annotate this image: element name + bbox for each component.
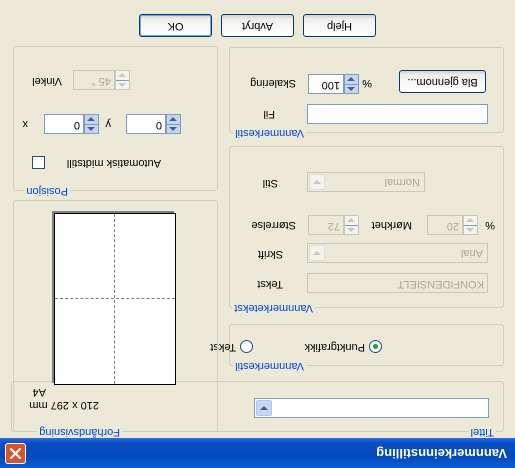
close-icon <box>9 447 22 460</box>
watermark-settings-dialog: Vannmerkeinnstilling Tittel Vannmerkesti… <box>0 0 515 468</box>
style-dropdown-value: Normal <box>384 176 420 188</box>
radio-text[interactable] <box>240 340 253 353</box>
ok-button[interactable]: OK <box>139 14 212 37</box>
watermark-style-legend: Vannmerkestil <box>233 360 306 372</box>
darkness-spinner[interactable] <box>463 215 478 235</box>
title-bar: Vannmerkeinnstilling <box>0 438 515 468</box>
spin-down-icon[interactable] <box>345 216 358 225</box>
position-legend: Posisjon <box>24 185 70 197</box>
page-preview <box>54 213 176 385</box>
auto-center-checkbox[interactable] <box>32 156 45 169</box>
spin-up-icon[interactable] <box>345 84 358 93</box>
scale-unit: % <box>362 77 372 89</box>
chevron-down-icon[interactable] <box>309 174 325 190</box>
spin-down-icon[interactable] <box>116 71 129 80</box>
size-spinner[interactable] <box>344 215 359 235</box>
watermark-bitmap-legend: Vannmerkestil <box>233 127 306 139</box>
style-label: Stil <box>262 177 278 189</box>
watermark-text-legend: Vannmerketekst <box>232 302 315 314</box>
paper-size: 210 x 297 mm <box>29 399 99 411</box>
size-input[interactable]: 72 <box>308 215 344 235</box>
scale-spinner[interactable] <box>344 74 359 94</box>
y-label: y <box>105 118 112 130</box>
chevron-down-icon[interactable] <box>309 245 325 261</box>
style-dropdown[interactable]: Normal <box>307 172 425 192</box>
preview-legend: Forhåndsvisning <box>37 426 122 438</box>
font-label: Skrift <box>257 248 283 260</box>
darkness-input[interactable]: 20 <box>427 215 463 235</box>
title-group-legend: Tittel <box>468 426 496 438</box>
file-path-input[interactable] <box>307 104 488 124</box>
spin-up-icon[interactable] <box>345 225 358 234</box>
spin-up-icon[interactable] <box>464 225 477 234</box>
auto-center-label[interactable]: Automatisk midtstill <box>67 157 161 169</box>
chevron-down-icon[interactable] <box>256 400 272 416</box>
help-button[interactable]: Hjelp <box>303 14 376 37</box>
angle-input[interactable]: 45 ° <box>73 70 115 90</box>
x-spinner[interactable] <box>84 114 99 134</box>
y-input[interactable]: 0 <box>126 114 166 134</box>
text-label: Tekst <box>257 278 283 290</box>
spin-down-icon[interactable] <box>464 216 477 225</box>
browse-button[interactable]: Bla gjennom... <box>399 70 486 93</box>
spin-up-icon[interactable] <box>85 124 98 133</box>
spin-down-icon[interactable] <box>85 115 98 124</box>
radio-bitmap-label[interactable]: Punktgrafikk <box>304 341 365 353</box>
spin-down-icon[interactable] <box>167 115 180 124</box>
spin-up-icon[interactable] <box>167 124 180 133</box>
close-button[interactable] <box>5 443 26 464</box>
angle-spinner[interactable] <box>115 70 130 90</box>
cancel-button[interactable]: Avbryt <box>221 14 294 37</box>
preview-vertical-guide <box>114 214 115 384</box>
preview-horizontal-guide <box>55 298 175 299</box>
paper-name: A4 <box>32 386 46 398</box>
title-dropdown[interactable] <box>254 398 489 418</box>
darkness-label: Mørkhet <box>371 219 412 231</box>
file-label: Fil <box>263 108 275 120</box>
font-dropdown-value: Arial <box>460 247 483 259</box>
y-spinner[interactable] <box>166 114 181 134</box>
scale-input[interactable]: 100 <box>308 74 344 94</box>
spin-down-icon[interactable] <box>345 75 358 84</box>
window-title: Vannmerkeinnstilling <box>376 446 507 461</box>
watermark-text-input[interactable]: KONFIDENSIELT <box>307 273 488 293</box>
x-input[interactable]: 0 <box>44 114 84 134</box>
angle-label: Vinkel <box>32 75 62 87</box>
font-dropdown[interactable]: Arial <box>307 243 488 263</box>
darkness-unit: % <box>485 219 495 231</box>
scale-label: Skalering <box>250 77 296 89</box>
spin-up-icon[interactable] <box>116 80 129 89</box>
size-label: Størrelse <box>251 219 296 231</box>
radio-bitmap[interactable] <box>369 340 382 353</box>
x-label: x <box>22 118 29 130</box>
